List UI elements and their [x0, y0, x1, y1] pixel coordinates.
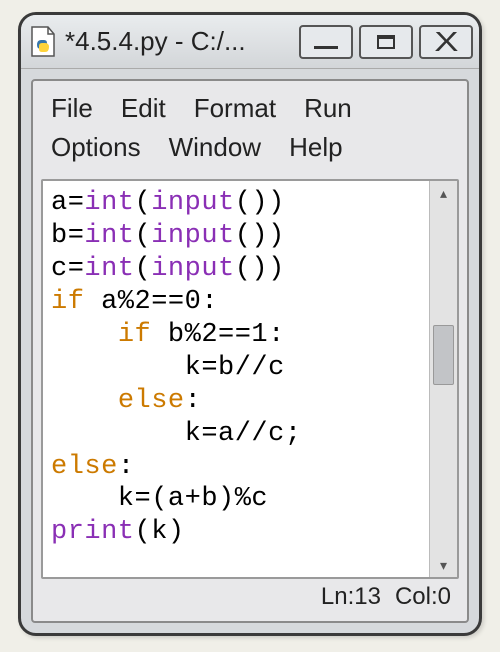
vertical-scrollbar[interactable]: ▴ ▾ [429, 181, 457, 577]
status-line: Ln:13 [321, 583, 381, 611]
code-line: if a%2==0: [51, 286, 425, 319]
titlebar[interactable]: *4.5.4.py - C:/... X [21, 15, 479, 69]
code-line: a=int(input()) [51, 187, 425, 220]
scroll-track[interactable] [430, 205, 457, 553]
statusbar: Ln:13 Col:0 [41, 579, 459, 615]
window-title: *4.5.4.py - C:/... [65, 26, 299, 57]
code-line: k=b//c [51, 352, 425, 385]
scroll-up-icon[interactable]: ▴ [430, 181, 457, 205]
code-line: k=(a+b)%c [51, 483, 425, 516]
maximize-button[interactable] [359, 25, 413, 59]
menu-edit[interactable]: Edit [111, 89, 184, 128]
minimize-button[interactable] [299, 25, 353, 59]
code-line: c=int(input()) [51, 253, 425, 286]
code-line: else: [51, 385, 425, 418]
menu-help[interactable]: Help [279, 128, 360, 167]
scroll-down-icon[interactable]: ▾ [430, 553, 457, 577]
code-line: print(k) [51, 516, 425, 549]
menubar: File Edit Format Run Options Window Help [33, 81, 467, 175]
menu-window[interactable]: Window [159, 128, 279, 167]
menu-format[interactable]: Format [184, 89, 294, 128]
python-file-icon [29, 25, 57, 59]
idle-window: *4.5.4.py - C:/... X File Edit Format Ru… [18, 12, 482, 636]
code-line: if b%2==1: [51, 319, 425, 352]
code-line: k=a//c; [51, 418, 425, 451]
scroll-thumb[interactable] [433, 325, 454, 385]
menu-file[interactable]: File [41, 89, 111, 128]
code-line: b=int(input()) [51, 220, 425, 253]
menu-options[interactable]: Options [41, 128, 159, 167]
client-area: File Edit Format Run Options Window Help… [31, 79, 469, 623]
editor-pane: a=int(input())b=int(input())c=int(input(… [41, 179, 459, 579]
menu-run[interactable]: Run [294, 89, 370, 128]
window-controls: X [299, 25, 473, 59]
close-button[interactable]: X [419, 25, 473, 59]
status-col: Col:0 [395, 583, 451, 611]
code-line: else: [51, 451, 425, 484]
code-editor[interactable]: a=int(input())b=int(input())c=int(input(… [43, 181, 429, 577]
